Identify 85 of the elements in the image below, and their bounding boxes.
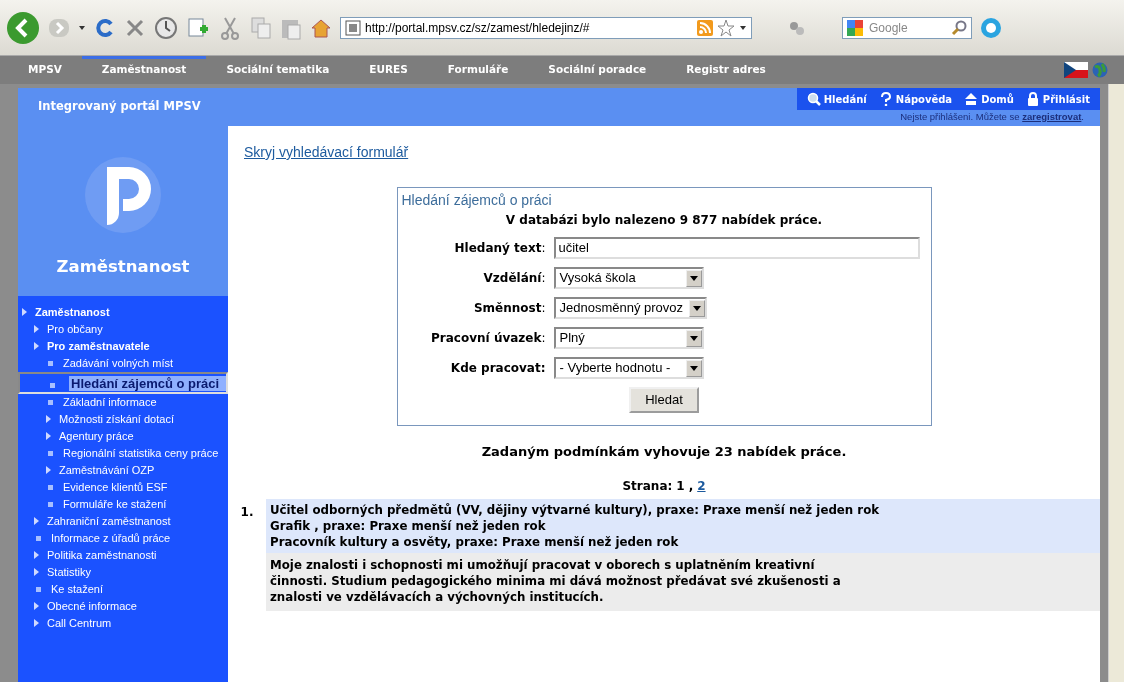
toolbar-link[interactable]: Domů (964, 91, 1014, 107)
clock-icon[interactable] (154, 15, 178, 40)
separator: , (688, 478, 694, 495)
result-description: Moje znalosti i schopnosti mi umožňují pracovat v oborech s uplatněním kreativní činnosti. Studium pedagogického minima mi dává možnost předávat své zkušenosti a znalosti ve vzdělávacích a výchovných institucích. (270, 557, 842, 605)
sidebar-item[interactable]: Pro občany (18, 321, 228, 338)
sidebar-item[interactable]: Zaměstnávání OZP (18, 462, 228, 479)
search-field[interactable]: Google (842, 16, 972, 39)
sidebar-item[interactable]: Zaměstnanost (18, 304, 228, 321)
sidebar-item[interactable]: Hledání zájemců o práci (18, 372, 228, 394)
nav-tab[interactable]: EURES (349, 56, 428, 84)
toolbar-link[interactable]: Hledání (806, 91, 867, 107)
toolbar-link[interactable]: Nápověda (878, 91, 953, 107)
match-summary: Zadaným podmínkám vyhovuje 23 nabídek práce. (480, 442, 848, 461)
pager-label: Strana: (622, 478, 673, 495)
nav-tab[interactable]: Sociální poradce (528, 56, 667, 84)
search-icon (806, 92, 821, 106)
star-icon[interactable] (717, 18, 735, 37)
dropdown-icon[interactable] (78, 23, 86, 32)
bubble-icon[interactable] (980, 16, 1002, 39)
sidebar-item[interactable]: Statistiky (18, 564, 228, 581)
address-bar[interactable]: http://portal.mpsv.cz/sz/zamest/hledejinz/# (340, 16, 752, 39)
flag-icon[interactable] (1064, 62, 1088, 78)
scrollbar[interactable] (1108, 84, 1124, 682)
field-label: Kde pracovat: (449, 360, 546, 377)
sidebar-item[interactable]: Evidence klientů ESF (18, 479, 228, 496)
field-label: Směnnost: (472, 300, 546, 317)
result-title[interactable]: Grafik , praxe: Praxe menší než jeden rok (270, 518, 1096, 534)
forward-icon[interactable] (48, 16, 70, 39)
caret-icon (689, 365, 698, 371)
page-number: 1 (676, 478, 685, 495)
sidebar-item[interactable]: Zadávání volných míst (18, 355, 228, 372)
sidebar-item[interactable]: Call Centrum (18, 615, 228, 632)
lock-icon (1025, 92, 1040, 106)
sidebar-item[interactable]: Politika zaměstnanosti (18, 547, 228, 564)
page-link[interactable]: 2 (697, 477, 706, 495)
toggle-link[interactable]: Skryj vyhledávací formulář (244, 142, 409, 163)
sidebar-item[interactable]: Možnosti získání dotací (18, 411, 228, 428)
sidebar-heading: Zaměstnanost (56, 256, 190, 279)
new-tab-icon[interactable] (186, 15, 210, 40)
select-field[interactable]: Vysoká škola (553, 267, 704, 289)
search-icon[interactable] (951, 19, 967, 36)
toolbar-link[interactable]: Přihlásit (1025, 91, 1090, 107)
field-label: Hledaný text: (453, 240, 546, 257)
caret-icon (689, 275, 698, 281)
nav-tab[interactable]: Sociální tematika (206, 56, 350, 84)
sidebar-item[interactable]: Zahraniční zaměstnanost (18, 513, 228, 530)
globe-icon[interactable] (1092, 62, 1108, 78)
result-title[interactable]: Učitel odborných předmětů (VV, dějiny výtvarné kultury), praxe: Praxe menší než jeden rok (270, 502, 1096, 518)
select-field[interactable]: Jednosměnný provoz (553, 297, 708, 319)
help-icon (878, 92, 893, 106)
sidebar-item[interactable]: Ke stažení (18, 581, 228, 598)
back-icon[interactable] (6, 10, 40, 45)
portal-title: Integrovaný portál MPSV (37, 98, 201, 116)
select-field[interactable]: - Vyberte hodnotu - (553, 357, 704, 379)
sidebar-item[interactable]: Základní informace (18, 394, 228, 411)
result-number: 1. (239, 504, 255, 521)
nav-tab[interactable]: MPSV (8, 56, 82, 84)
feed-icon[interactable] (697, 19, 713, 36)
field-label: Pracovní úvazek: (430, 330, 546, 347)
select-field[interactable]: Plný (553, 327, 704, 349)
sidebar-item[interactable]: Pro zaměstnavatele (18, 338, 228, 355)
form-legend: Hledání zájemců o práci (399, 190, 554, 211)
dropdown-icon[interactable] (739, 23, 747, 32)
sidebar-item[interactable]: Formuláře ke stažení (18, 496, 228, 513)
sidebar-item[interactable]: Regionální statistika ceny práce (18, 445, 228, 462)
field-label: Vzdělání: (482, 270, 546, 287)
page-icon (345, 19, 361, 36)
sidebar-item[interactable]: Agentury práce (18, 428, 228, 445)
nav-tab[interactable]: Registr adres (666, 56, 786, 84)
google-icon (847, 19, 865, 36)
caret-icon (689, 335, 698, 341)
house-icon (964, 92, 979, 106)
caret-icon (693, 305, 702, 311)
copy-icon[interactable] (250, 15, 272, 40)
results-count: V databázi bylo nalezeno 9 877 nabídek práce. (504, 212, 824, 229)
logo-icon (83, 154, 163, 235)
nav-tab[interactable]: Formuláře (427, 56, 529, 84)
scissors-icon[interactable] (218, 15, 242, 40)
nav-tab[interactable]: Zaměstnanost (81, 56, 207, 84)
text-field[interactable]: učitel (553, 237, 920, 259)
search-button[interactable]: Hledat (629, 387, 699, 413)
result-title[interactable]: Pracovník kultury a osvěty, praxe: Praxe menší než jeden rok (270, 534, 1096, 550)
sidebar-item[interactable]: Obecné informace (18, 598, 228, 615)
login-note: Nejste přihlášeni. Můžete se zaregistrovat. (900, 110, 1085, 124)
sidebar-item[interactable]: Informace z úřadů práce (18, 530, 228, 547)
